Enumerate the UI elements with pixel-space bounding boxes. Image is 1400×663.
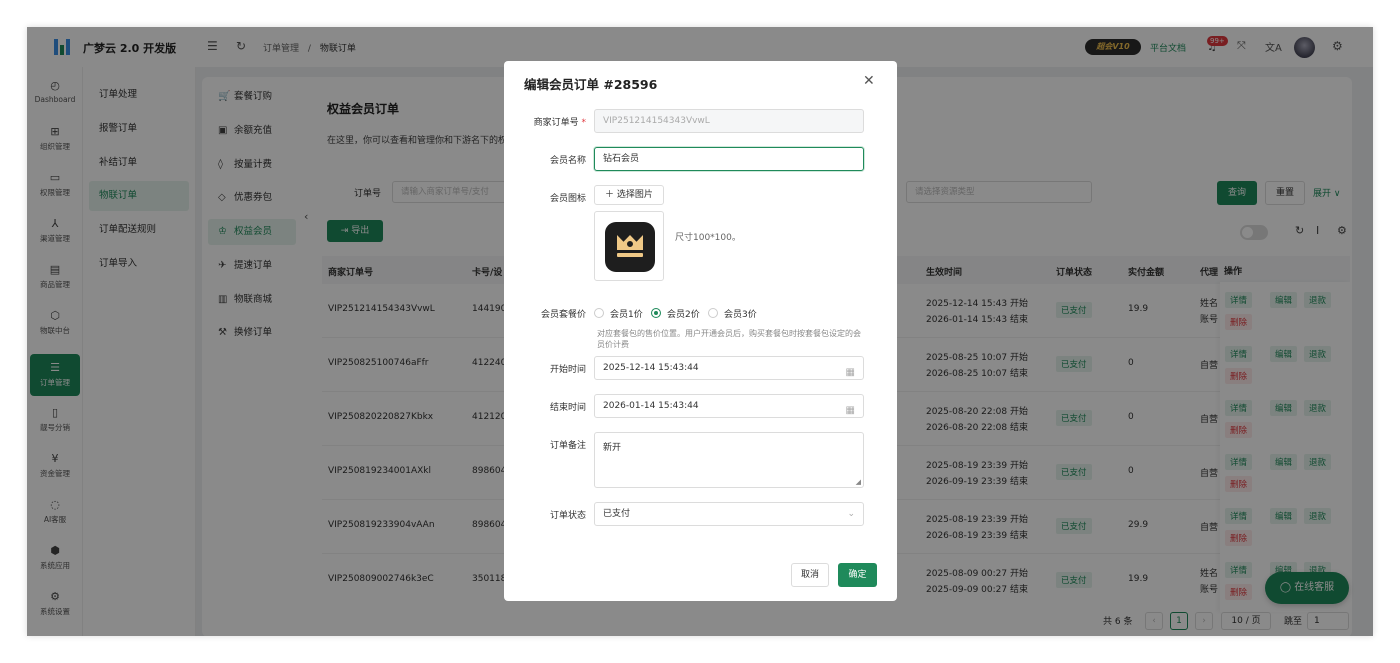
order-status-label: 订单状态	[549, 511, 586, 521]
resize-handle-icon[interactable]: ◢	[856, 478, 861, 486]
price-option-label: 会员2价	[667, 310, 700, 320]
member-icon-label: 会员图标	[549, 194, 586, 204]
chevron-down-icon: ⌄	[847, 509, 855, 519]
start-time-value: 2025-12-14 15:43:44	[603, 363, 699, 373]
required-asterisk: *	[581, 118, 587, 128]
order-no-label: 商家订单号 *	[504, 115, 586, 128]
start-time-label: 开始时间	[549, 365, 586, 375]
cancel-button[interactable]: 取消	[791, 563, 829, 587]
remark-label: 订单备注	[549, 441, 586, 451]
order-status-value: 已支付	[603, 509, 631, 519]
choose-image-label: 选择图片	[616, 190, 653, 200]
radio-circle	[594, 308, 604, 318]
price-option-3[interactable]: 会员3价	[708, 307, 757, 320]
member-price-label: 会员套餐价	[540, 310, 586, 320]
member-name-label: 会员名称	[549, 156, 586, 166]
price-help-text: 对应套餐包的售价位置。用户开通会员后，购买套餐包时按套餐包设定的会员价计费	[597, 329, 861, 349]
image-size-hint: 尺寸100*100。	[675, 233, 741, 243]
end-time-label: 结束时间	[549, 403, 586, 413]
choose-image-button[interactable]: ＋ 选择图片	[594, 185, 664, 205]
end-time-field[interactable]: 2026-01-14 15:43:44 ▦	[594, 394, 864, 418]
price-option-1[interactable]: 会员1价	[594, 307, 643, 320]
edit-member-order-dialog: 编辑会员订单 #28596 ✕ 商家订单号 * VIP251214154343V…	[504, 61, 897, 601]
order-no-label-text: 商家订单号	[533, 118, 579, 128]
start-time-field[interactable]: 2025-12-14 15:43:44 ▦	[594, 356, 864, 380]
radio-circle	[708, 308, 718, 318]
dialog-title: 编辑会员订单 #28596	[524, 77, 658, 92]
calendar-icon: ▦	[845, 405, 855, 416]
member-icon-preview[interactable]	[594, 211, 664, 281]
remark-value: 新开	[603, 443, 622, 453]
order-no-field: VIP251214154343VvwL	[594, 109, 864, 133]
calendar-icon: ▦	[845, 367, 855, 378]
price-option-2[interactable]: 会员2价	[651, 307, 700, 320]
price-option-label: 会员3价	[724, 310, 757, 320]
crown-icon	[605, 222, 655, 272]
confirm-button[interactable]: 确定	[838, 563, 877, 587]
member-name-field[interactable]: 钻石会员	[594, 147, 864, 171]
radio-circle	[651, 308, 661, 318]
plus-icon: ＋	[605, 190, 617, 200]
price-option-label: 会员1价	[610, 310, 643, 320]
order-status-select[interactable]: 已支付 ⌄	[594, 502, 864, 526]
app-window: 广梦云 2.0 开发版 ☰ ↻ 订单管理 / 物联订单 超会V10 平台文档 ♫…	[27, 27, 1373, 636]
end-time-value: 2026-01-14 15:43:44	[603, 401, 699, 411]
remark-textarea[interactable]: 新开 ◢	[594, 432, 864, 488]
close-icon[interactable]: ✕	[863, 73, 875, 89]
